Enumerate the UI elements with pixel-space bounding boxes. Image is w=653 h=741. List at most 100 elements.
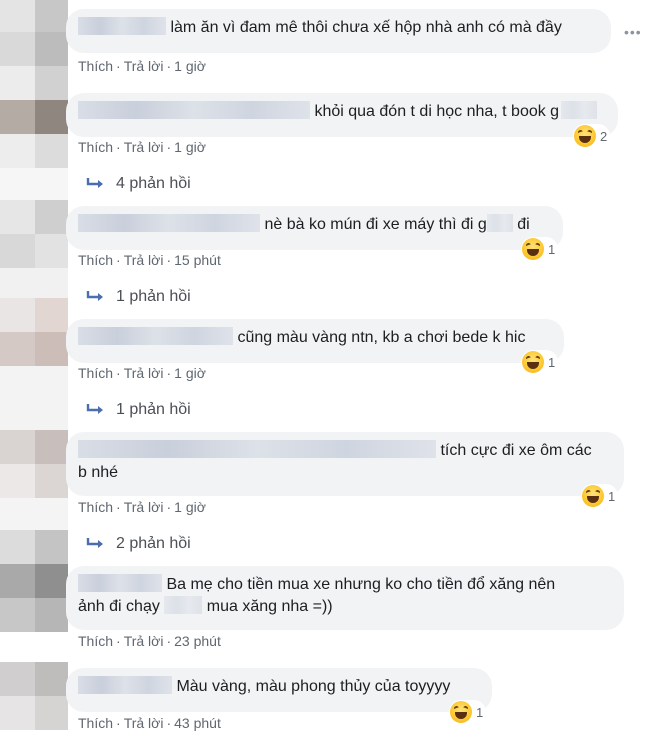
- avatar[interactable]: [0, 200, 35, 234]
- author-name-blurred[interactable]: [78, 214, 260, 232]
- author-name-blurred[interactable]: [78, 574, 162, 592]
- like-link[interactable]: Thích: [78, 252, 113, 268]
- comment-actions: Thích · Trả lời · 43 phút: [78, 715, 221, 731]
- separator: ·: [116, 499, 121, 515]
- comment-actions: Thích · Trả lời · 1 giờ: [78, 499, 206, 515]
- reply-arrow-icon: [86, 178, 103, 188]
- separator: ·: [116, 365, 121, 381]
- view-replies-link[interactable]: 4 phản hồi: [86, 175, 191, 193]
- haha-eye-left: [585, 489, 592, 496]
- reaction-number: 1: [476, 704, 484, 720]
- like-link[interactable]: Thích: [78, 633, 113, 649]
- like-link[interactable]: Thích: [78, 365, 113, 381]
- avatar-tile: [35, 0, 68, 32]
- avatar-tile: [35, 332, 68, 366]
- comment-text: Màu vàng, màu phong thủy của toyyyy: [176, 678, 451, 695]
- comment-actions: Thích · Trả lời · 1 giờ: [78, 139, 206, 155]
- avatar-tile: [35, 32, 68, 66]
- avatar-tile: [0, 696, 35, 730]
- more-options-icon[interactable]: •••: [624, 24, 642, 40]
- reply-link[interactable]: Trả lời: [124, 715, 164, 731]
- author-name-blurred[interactable]: [78, 676, 172, 694]
- timestamp[interactable]: 43 phút: [174, 715, 221, 731]
- separator: ·: [166, 139, 172, 155]
- reaction-count[interactable]: 1: [521, 350, 559, 374]
- avatar[interactable]: [0, 430, 35, 464]
- timestamp[interactable]: 1 giờ: [174, 58, 206, 74]
- comment-actions: Thích · Trả lời · 15 phút: [78, 252, 221, 268]
- author-name-blurred[interactable]: [78, 101, 310, 119]
- haha-eye-left: [525, 242, 532, 249]
- reply-link[interactable]: Trả lời: [124, 252, 164, 268]
- avatar-tile: [0, 32, 35, 66]
- avatar-tile: [0, 564, 35, 598]
- view-replies-link[interactable]: 1 phản hồi: [86, 401, 191, 419]
- avatar-tile: [35, 234, 68, 268]
- avatar-tile: [35, 100, 68, 134]
- avatar[interactable]: [0, 530, 35, 564]
- reply-link[interactable]: Trả lời: [124, 58, 164, 74]
- like-link[interactable]: Thích: [78, 499, 113, 515]
- separator: ·: [116, 252, 121, 268]
- reply-link[interactable]: Trả lời: [124, 365, 164, 381]
- like-link[interactable]: Thích: [78, 139, 113, 155]
- reply-link[interactable]: Trả lời: [124, 139, 164, 155]
- reply-arrow-icon: [86, 404, 103, 414]
- like-link[interactable]: Thích: [78, 58, 113, 74]
- avatar-tile: [35, 464, 68, 498]
- avatar[interactable]: [0, 662, 35, 696]
- haha-eye-left: [453, 705, 460, 712]
- author-name-blurred[interactable]: [78, 17, 166, 35]
- separator: ·: [166, 365, 172, 381]
- avatar[interactable]: [0, 298, 35, 332]
- author-name-blurred[interactable]: [78, 440, 436, 458]
- timestamp[interactable]: 23 phút: [174, 633, 221, 649]
- avatar-tile: [0, 332, 35, 366]
- reaction-count[interactable]: 2: [573, 124, 611, 148]
- haha-icon: [522, 238, 544, 260]
- avatar-tile: [35, 564, 68, 598]
- avatar-tile: [35, 66, 68, 100]
- timestamp[interactable]: 15 phút: [174, 252, 221, 268]
- view-replies-link[interactable]: 2 phản hồi: [86, 535, 191, 553]
- comment-text-line1: tích cực đi xe ôm các: [440, 442, 592, 459]
- separator: ·: [116, 139, 121, 155]
- avatar-tile: [35, 662, 68, 696]
- comment-actions: Thích · Trả lời · 1 giờ: [78, 365, 206, 381]
- avatar[interactable]: [0, 0, 35, 32]
- comment-actions: Thích · Trả lời · 1 giờ: [78, 58, 206, 74]
- comment-bubble: khỏi qua đón t di học nha, t book g: [66, 93, 618, 137]
- reaction-number: 1: [548, 354, 556, 370]
- author-name-blurred[interactable]: [78, 327, 233, 345]
- comment-text: cũng màu vàng ntn, kb a chơi bede k hic: [237, 329, 526, 346]
- separator: ·: [166, 715, 172, 731]
- haha-mouth: [455, 712, 467, 719]
- avatar-tile: [0, 366, 68, 430]
- timestamp[interactable]: 1 giờ: [174, 365, 206, 381]
- haha-eye-right: [534, 242, 541, 249]
- haha-eye-left: [525, 355, 532, 362]
- timestamp[interactable]: 1 giờ: [174, 139, 206, 155]
- haha-icon: [522, 351, 544, 373]
- comment-actions: Thích · Trả lời · 23 phút: [78, 633, 221, 649]
- avatar-tile: [35, 298, 68, 332]
- reaction-count[interactable]: 1: [581, 484, 619, 508]
- reply-link[interactable]: Trả lời: [124, 499, 164, 515]
- timestamp[interactable]: 1 giờ: [174, 499, 206, 515]
- comment-text-end: đi: [517, 216, 530, 233]
- reaction-count[interactable]: 1: [521, 237, 559, 261]
- haha-eye-right: [534, 355, 541, 362]
- reply-arrow-icon: [86, 291, 103, 301]
- comment-bubble: tích cực đi xe ôm các b nhé: [66, 432, 624, 496]
- separator: ·: [166, 58, 172, 74]
- haha-mouth: [527, 249, 539, 256]
- view-replies-link[interactable]: 1 phản hồi: [86, 288, 191, 306]
- haha-mouth: [579, 136, 591, 143]
- reaction-count[interactable]: 1: [449, 700, 487, 724]
- avatar[interactable]: [0, 100, 35, 134]
- replies-count: 4 phản hồi: [116, 175, 191, 192]
- like-link[interactable]: Thích: [78, 715, 113, 731]
- avatar-tile: [0, 498, 68, 530]
- reply-link[interactable]: Trả lời: [124, 633, 164, 649]
- comment-text: khỏi qua đón t di học nha, t book g: [314, 103, 560, 120]
